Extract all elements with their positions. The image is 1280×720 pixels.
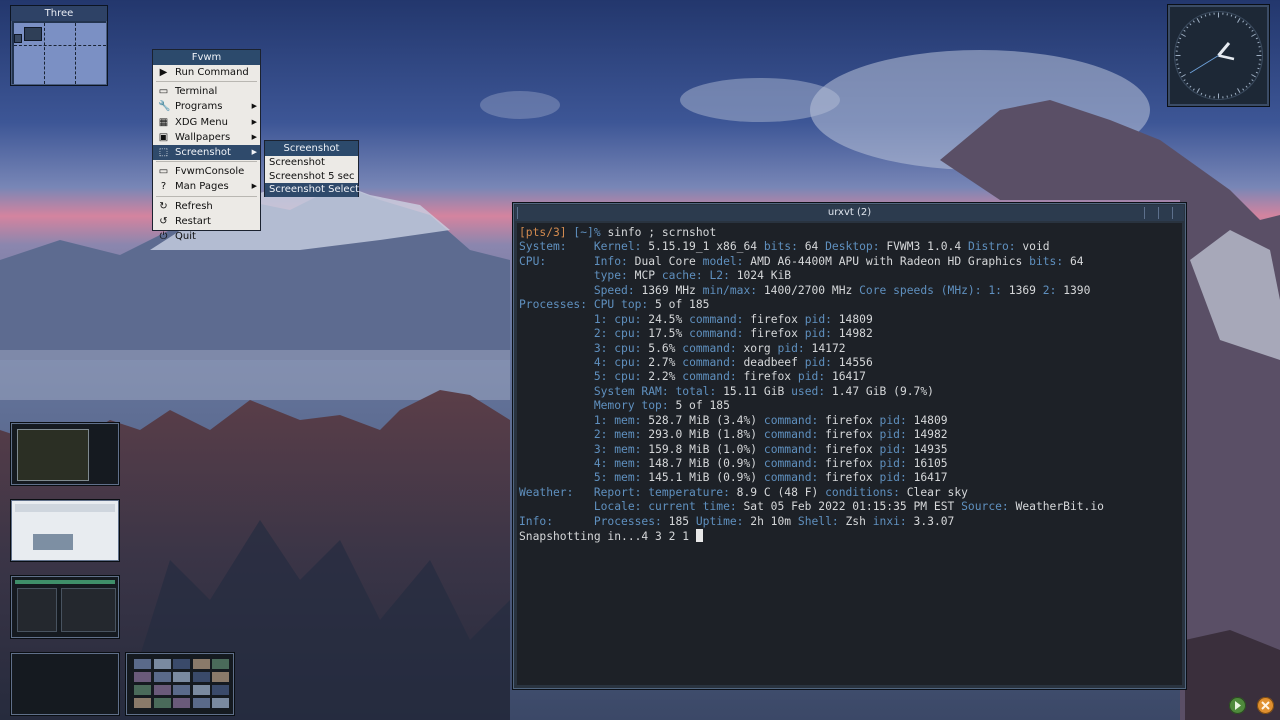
terminal-output-line: System RAM: total: 15.11 GiB used: 1.47 … xyxy=(593,384,934,398)
taskbar-thumbnail-terminal[interactable] xyxy=(10,422,120,486)
screenshot-submenu: Screenshot Screenshot Screenshot 5 sec Scr… xyxy=(264,140,359,197)
menu-item-label: Quit xyxy=(175,230,196,242)
desktop-pager[interactable]: Three xyxy=(10,5,108,86)
menu-item-terminal[interactable]: ▭ Terminal xyxy=(153,84,260,99)
menu-item-label: Run Command xyxy=(175,67,249,78)
prompt-line: [pts/3] [~]% sinfo ; scrnshot xyxy=(519,226,717,239)
terminal-output-line: type: MCP cache: L2: 1024 KiB xyxy=(593,269,792,283)
fvwm-root-menu: Fvwm ▶ Run Command ▭ Terminal 🔧 Programs ▶ ▦ XDG… xyxy=(152,49,261,242)
menu-item-label: Programs xyxy=(175,101,223,113)
power-icon: ⏻ xyxy=(159,230,168,242)
terminal-output-line: 3: mem: 159.8 MiB (1.0%) command: firefo… xyxy=(593,442,948,456)
window-menu-button[interactable] xyxy=(517,207,527,219)
menu-item-label: Man Pages xyxy=(175,181,229,193)
menu-item-label: Terminal xyxy=(175,86,218,98)
menu-item-fvwmconsole[interactable]: ▭ FvwmConsole xyxy=(153,164,260,179)
pager-title: Three xyxy=(11,6,107,21)
menu-item-label: FvwmConsole xyxy=(175,166,245,178)
submenu-title: Screenshot xyxy=(265,141,358,156)
menu-item-label: XDG Menu xyxy=(175,116,228,128)
menu-item-xdg-menu[interactable]: ▦ XDG Menu ▶ xyxy=(153,115,260,130)
image-icon: ▣ xyxy=(158,131,169,143)
terminal-output-line: 2: mem: 293.0 MiB (1.8%) command: firefo… xyxy=(593,428,948,442)
menu-item-label: Refresh xyxy=(175,200,213,212)
terminal-icon: ▭ xyxy=(158,86,169,98)
screenshot-icon: ⬚ xyxy=(158,146,169,158)
chevron-right-icon: ▶ xyxy=(251,102,257,111)
close-button[interactable] xyxy=(1172,207,1182,219)
chevron-right-icon: ▶ xyxy=(251,147,257,156)
pager-desks[interactable] xyxy=(14,23,106,84)
chevron-right-icon: ▶ xyxy=(251,117,257,126)
maximize-button[interactable] xyxy=(1158,207,1168,219)
terminal-output-line: 5: cpu: 2.2% command: firefox pid: 16417 xyxy=(593,370,866,384)
play-icon: ▶ xyxy=(159,67,168,78)
chevron-right-icon: ▶ xyxy=(251,182,257,191)
menu-item-run-command[interactable]: ▶ Run Command xyxy=(153,65,260,80)
taskbar-thumbnail-wallpapers[interactable] xyxy=(125,652,235,716)
restart-icon: ↺ xyxy=(159,215,168,227)
refresh-icon: ↻ xyxy=(159,200,168,212)
menu-item-label: Restart xyxy=(175,215,211,227)
terminal-output-line: 2: cpu: 17.5% command: firefox pid: 1498… xyxy=(593,327,873,341)
submenu-item-screenshot-select[interactable]: Screenshot Select xyxy=(265,183,359,197)
terminal-output-line: Weather: Report: temperature: 8.9 C (48 … xyxy=(519,485,968,499)
terminal-output-line: Speed: 1369 MHz min/max: 1400/2700 MHz C… xyxy=(593,283,1091,297)
analog-clock xyxy=(1167,4,1270,107)
terminal-titlebar[interactable]: urxvt (2) xyxy=(515,205,1184,221)
menu-item-label: Wallpapers xyxy=(175,131,231,143)
terminal-output-line: CPU: Info: Dual Core model: AMD A6-4400M… xyxy=(519,254,1084,268)
menu-item-refresh[interactable]: ↻ Refresh xyxy=(153,199,260,214)
terminal-output-line: Locale: current time: Sat 05 Feb 2022 01… xyxy=(593,500,1104,514)
terminal-output-line: Info: Processes: 185 Uptime: 2h 10m Shel… xyxy=(519,514,955,528)
next-arrow-icon[interactable] xyxy=(1229,697,1246,714)
menu-item-quit[interactable]: ⏻ Quit xyxy=(153,229,260,244)
help-icon: ? xyxy=(160,181,167,193)
wrench-icon: 🔧 xyxy=(158,101,171,113)
pager-mini-window[interactable] xyxy=(24,27,42,41)
terminal-output-line: Memory top: 5 of 185 xyxy=(593,399,730,413)
taskbar-thumbnail-empty-terminal[interactable] xyxy=(10,652,120,716)
menu-item-man-pages[interactable]: ? Man Pages ▶ xyxy=(153,179,260,194)
menu-item-programs[interactable]: 🔧 Programs ▶ xyxy=(153,99,260,114)
pager-mini-window[interactable] xyxy=(14,34,22,43)
clock-face-icon xyxy=(1174,11,1263,100)
menu-title: Fvwm xyxy=(153,50,260,65)
terminal-title: urxvt (2) xyxy=(827,207,872,218)
submenu-item-screenshot[interactable]: Screenshot xyxy=(265,156,358,170)
terminal-screen[interactable]: [pts/3] [~]% sinfo ; scrnshot System: Ke… xyxy=(517,223,1182,685)
close-x-icon[interactable] xyxy=(1257,697,1274,714)
terminal-window[interactable]: urxvt (2) [pts/3] [~]% sinfo ; scrnshot … xyxy=(512,202,1187,690)
menu-item-screenshot[interactable]: ⬚ Screenshot ▶ xyxy=(153,144,260,161)
terminal-output-line: 4: cpu: 2.7% command: deadbeef pid: 1455… xyxy=(593,355,873,369)
menu-item-wallpapers[interactable]: ▣ Wallpapers ▶ xyxy=(153,130,260,145)
minimize-button[interactable] xyxy=(1144,207,1154,219)
menu-item-label: Screenshot xyxy=(175,146,231,158)
menu-item-restart[interactable]: ↺ Restart xyxy=(153,214,260,229)
chevron-right-icon: ▶ xyxy=(251,132,257,141)
terminal-output-line: 1: mem: 528.7 MiB (3.4%) command: firefo… xyxy=(593,413,948,427)
terminal-output-line: 5: mem: 145.1 MiB (0.9%) command: firefo… xyxy=(593,471,948,485)
submenu-item-screenshot-5-sec[interactable]: Screenshot 5 sec xyxy=(265,170,358,184)
taskbar-thumbnail-browser[interactable] xyxy=(10,499,120,562)
status-line: Snapshotting in...4 3 2 1 xyxy=(519,529,1182,543)
taskbar-thumbnail-filemanager[interactable] xyxy=(10,575,120,639)
terminal-output-line: 3: cpu: 5.6% command: xorg pid: 14172 xyxy=(593,341,846,355)
terminal-output-line: Processes: CPU top: 5 of 185 xyxy=(519,298,710,312)
terminal-output-line: 4: mem: 148.7 MiB (0.9%) command: firefo… xyxy=(593,457,948,470)
grid-icon: ▦ xyxy=(158,116,169,128)
terminal-output-line: 1: cpu: 24.5% command: firefox pid: 1480… xyxy=(593,312,873,326)
terminal-output-line: System: Kernel: 5.15.19_1 x86_64 bits: 6… xyxy=(519,240,1050,254)
console-icon: ▭ xyxy=(158,166,169,178)
text-cursor xyxy=(695,529,703,543)
